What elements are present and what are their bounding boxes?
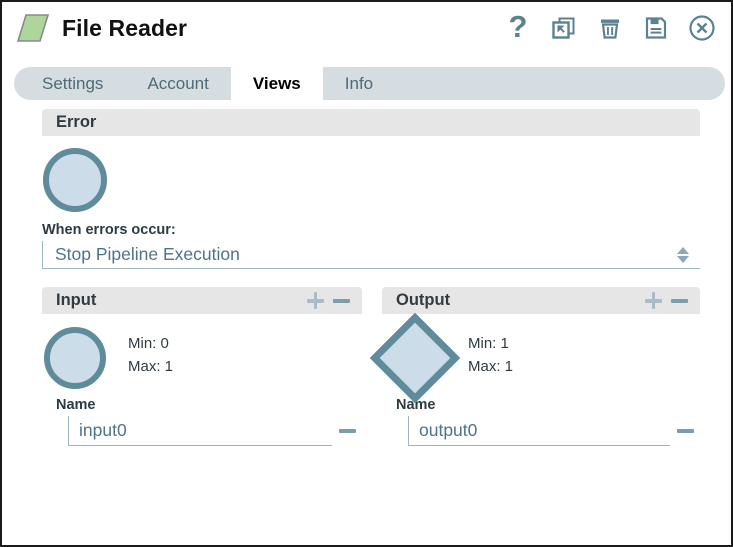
delete-icon[interactable]: [595, 13, 625, 43]
plus-icon: [644, 292, 662, 309]
input-name-label: Name: [56, 397, 96, 413]
add-output-port-button[interactable]: [642, 290, 664, 312]
input-name-input[interactable]: [69, 419, 332, 442]
add-input-port-button[interactable]: [304, 290, 326, 312]
error-port-shape-circle[interactable]: [43, 148, 107, 212]
minus-icon: [332, 298, 350, 303]
tab-settings[interactable]: Settings: [14, 67, 125, 100]
remove-output-port-button[interactable]: [668, 290, 690, 312]
output-name-input[interactable]: [409, 419, 670, 442]
minus-icon: [670, 298, 688, 303]
input-section-header: Input: [42, 287, 362, 314]
tab-account[interactable]: Account: [125, 67, 230, 100]
help-icon[interactable]: ?: [503, 11, 533, 45]
minus-icon: [676, 429, 694, 433]
input-port-max: Max: 1: [128, 358, 174, 376]
output-panel: Output Min: 1 Max: 1 Name: [369, 287, 700, 446]
input-port-row: Min: 0 Max: 1: [42, 325, 362, 391]
output-port-max: Max: 1: [468, 358, 514, 376]
output-name-label: Name: [396, 397, 436, 413]
titlebar: File Reader ?: [2, 2, 731, 54]
remove-output-name-button[interactable]: [670, 429, 700, 433]
when-errors-occur-select[interactable]: Stop Pipeline Execution: [42, 241, 700, 269]
input-port-min: Min: 0: [128, 335, 169, 352]
input-port-shape-circle[interactable]: [44, 327, 106, 389]
output-section-title: Output: [396, 291, 451, 309]
when-errors-occur-label: When errors occur:: [42, 222, 176, 238]
output-section-header: Output: [382, 287, 700, 314]
output-port-row: Min: 1 Max: 1: [369, 312, 700, 404]
output-port-shape-slot: [369, 312, 468, 404]
output-port-min: Min: 1: [468, 335, 509, 352]
output-port-limits: Min: 1 Max: 1: [468, 325, 513, 379]
input-name-row: [68, 416, 362, 446]
input-port-shape-slot: [42, 325, 128, 391]
minus-icon: [338, 429, 356, 433]
chevron-down-icon: [677, 255, 689, 263]
tab-bar: Settings Account Views Info: [14, 67, 725, 100]
save-icon[interactable]: [641, 13, 671, 43]
remove-input-name-button[interactable]: [332, 429, 362, 433]
input-name-field[interactable]: [68, 416, 332, 446]
duplicate-icon[interactable]: [549, 13, 579, 43]
tab-views[interactable]: Views: [230, 67, 323, 100]
remove-input-port-button[interactable]: [330, 290, 352, 312]
error-section-title: Error: [56, 113, 97, 131]
page-title: File Reader: [62, 14, 188, 41]
when-errors-occur-value: Stop Pipeline Execution: [55, 244, 240, 264]
chevron-up-icon: [677, 246, 689, 254]
tab-info[interactable]: Info: [323, 67, 395, 100]
output-name-row: [408, 416, 700, 446]
close-icon[interactable]: [687, 13, 717, 43]
titlebar-actions: ?: [503, 11, 717, 45]
output-port-shape-diamond[interactable]: [369, 312, 461, 404]
parallelogram-node-icon: [16, 14, 50, 42]
plus-icon: [306, 292, 324, 309]
file-reader-dialog: File Reader ? Settings Account Views Inf…: [0, 0, 733, 547]
input-port-limits: Min: 0 Max: 1: [128, 325, 173, 379]
error-section-header: Error: [42, 109, 700, 136]
input-panel: Input Min: 0 Max: 1 Name: [42, 287, 362, 446]
output-name-field[interactable]: [408, 416, 670, 446]
input-section-title: Input: [56, 291, 97, 309]
stepper-arrows-icon[interactable]: [674, 243, 692, 267]
